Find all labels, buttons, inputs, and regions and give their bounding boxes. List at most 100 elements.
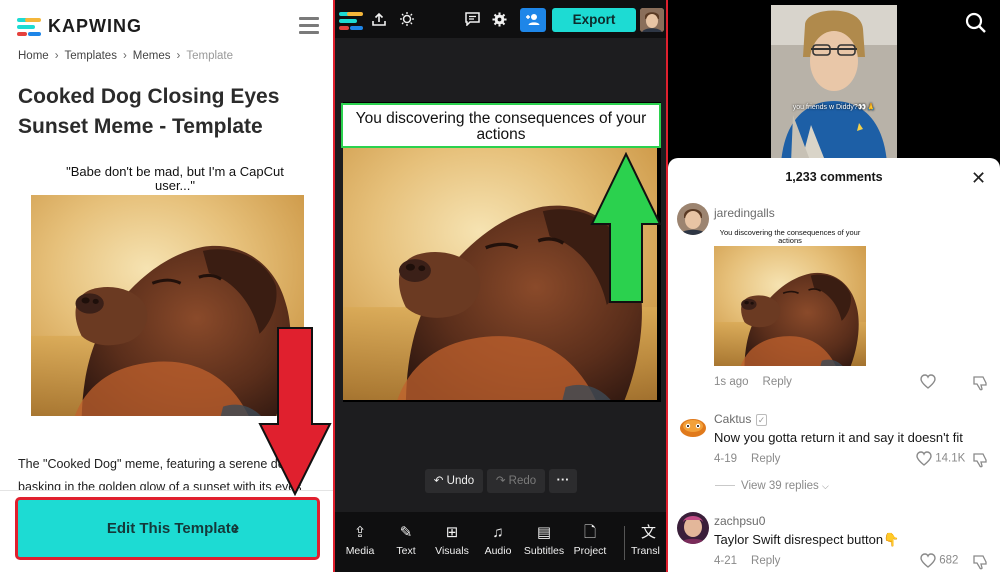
like-button[interactable]: 682 (920, 553, 958, 568)
tool-translate-label: Transl (631, 545, 660, 557)
video-preview[interactable]: you friends w Diddy?👀🙏 (771, 5, 897, 163)
tool-audio-label: Audio (484, 545, 512, 557)
tool-media-label: Media (345, 545, 375, 557)
comments-icon[interactable] (465, 12, 480, 26)
lightbulb-icon[interactable] (399, 11, 415, 27)
tool-audio[interactable]: ♫ Audio (473, 524, 523, 558)
tool-project-label: Project (573, 545, 607, 557)
undo-button[interactable]: ↶ Undo (425, 469, 483, 493)
like-button[interactable]: 14.1K (916, 451, 965, 466)
breadcrumb-separator: › (122, 50, 127, 62)
close-icon[interactable]: ✕ (971, 169, 986, 187)
add-user-icon (526, 14, 540, 25)
page-title: Cooked Dog Closing Eyes Sunset Meme - Te… (18, 85, 280, 138)
comment-username-text: Caktus (714, 412, 752, 426)
thumbs-down-icon (973, 555, 987, 570)
dislike-button[interactable] (972, 451, 988, 469)
breadcrumb-home[interactable]: Home (18, 50, 49, 62)
editor-toolbar: Export (335, 0, 666, 38)
replies-divider (715, 485, 735, 487)
comment-image[interactable]: You discovering the consequences of your… (714, 226, 866, 368)
tool-media[interactable]: ⇪ Media (335, 524, 385, 558)
edit-template-button[interactable]: Edit This Template › (15, 497, 320, 560)
media-upload-icon: ⇪ (353, 524, 367, 541)
redo-button[interactable]: ↷ Redo (487, 469, 545, 493)
gear-icon[interactable] (492, 12, 507, 27)
comment-meta: 4-21 Reply (714, 555, 780, 567)
avatar[interactable] (677, 512, 709, 544)
text-overlay-layer[interactable]: You discovering the consequences of your… (341, 103, 661, 148)
comment-username[interactable]: Caktus ✓ (714, 412, 768, 426)
hamburger-menu-icon[interactable] (299, 17, 319, 34)
editor-panel: Export You discovering the consequences … (333, 0, 668, 572)
tool-text[interactable]: ✎ Text (381, 524, 431, 558)
chevron-right-icon: › (233, 517, 239, 537)
reply-button[interactable]: Reply (763, 376, 792, 388)
heart-icon (916, 451, 932, 466)
like-button[interactable] (920, 374, 936, 389)
upload-icon[interactable] (372, 12, 386, 26)
reply-button[interactable]: Reply (751, 555, 780, 567)
breadcrumb-templates[interactable]: Templates (65, 50, 117, 62)
dislike-button[interactable] (972, 553, 988, 571)
undo-icon: ↶ (433, 475, 444, 487)
tool-visuals-label: Visuals (435, 545, 469, 557)
tool-subtitles[interactable]: ▤ Subtitles (519, 524, 569, 558)
comment-meta: 4-19 Reply (714, 453, 780, 465)
comment-text: Taylor Swift disrespect button👇 (714, 532, 900, 547)
chevron-down-icon: ⌵ (821, 481, 829, 491)
redo-label: Redo (508, 475, 537, 487)
kapwing-wordmark[interactable]: KAPWING (48, 16, 142, 37)
like-count: 14.1K (935, 452, 966, 465)
redo-icon: ↷ (495, 475, 506, 487)
view-replies-button[interactable]: View 39 replies ⌵ (715, 480, 829, 492)
more-options-button[interactable]: ··· (549, 469, 577, 493)
tool-subtitles-label: Subtitles (523, 545, 565, 557)
kapwing-logo-icon[interactable] (339, 12, 363, 30)
reply-button[interactable]: Reply (751, 453, 780, 465)
comment-text: Now you gotta return it and say it doesn… (714, 430, 963, 445)
export-button[interactable]: Export (552, 8, 636, 32)
kapwing-template-panel: KAPWING Home › Templates › Memes › Template Co… (0, 0, 333, 572)
breadcrumb-current: Template (186, 50, 234, 62)
user-avatar[interactable] (640, 8, 664, 32)
comment-image-caption: You discovering the consequences of your… (719, 228, 861, 245)
invite-collaborator-button[interactable] (520, 8, 546, 32)
site-header: KAPWING (0, 0, 333, 52)
dislike-button[interactable] (972, 374, 988, 392)
subtitles-icon: ▤ (536, 524, 552, 541)
comment-time: 1s ago (714, 376, 749, 388)
video-caption-text: you friends w Diddy?👀🙏 (792, 104, 876, 111)
green-up-arrow-icon (590, 152, 662, 303)
tool-visuals[interactable]: ⊞ Visuals (427, 525, 477, 558)
tool-project[interactable]: 🗋 Project (565, 524, 615, 558)
tool-divider (624, 526, 625, 560)
thumbs-down-icon (973, 376, 987, 391)
avatar[interactable] (677, 410, 709, 442)
thumbs-down-icon (973, 453, 987, 468)
tool-translate[interactable]: 文 Transl (631, 524, 666, 558)
comment-username[interactable]: jaredingalls (714, 206, 775, 220)
avatar[interactable] (677, 203, 709, 235)
breadcrumb-separator: › (54, 50, 59, 62)
music-note-icon: ♫ (492, 524, 504, 541)
comment-image-dog (714, 246, 866, 366)
comment-time: 4-19 (714, 453, 738, 465)
text-edit-icon: ✎ (399, 524, 413, 541)
comment-meta: 1s ago Reply (714, 376, 792, 388)
file-icon: 🗋 (583, 524, 597, 541)
verified-icon: ✓ (755, 414, 768, 426)
like-count: 682 (939, 554, 959, 567)
translate-icon: 文 (641, 524, 657, 541)
breadcrumb-separator: › (176, 50, 181, 62)
heart-icon (920, 553, 936, 568)
undo-label: Undo (446, 475, 475, 487)
search-icon[interactable] (965, 12, 987, 34)
breadcrumb-memes[interactable]: Memes (133, 50, 171, 62)
kapwing-logo-icon[interactable] (17, 18, 41, 36)
meme-caption: "Babe don't be mad, but I'm a CapCut use… (66, 164, 284, 193)
heart-icon (920, 374, 936, 389)
tool-text-label: Text (396, 545, 416, 557)
comment-username[interactable]: zachpsu0 (714, 514, 765, 528)
edit-template-label: Edit This Template (106, 520, 240, 537)
